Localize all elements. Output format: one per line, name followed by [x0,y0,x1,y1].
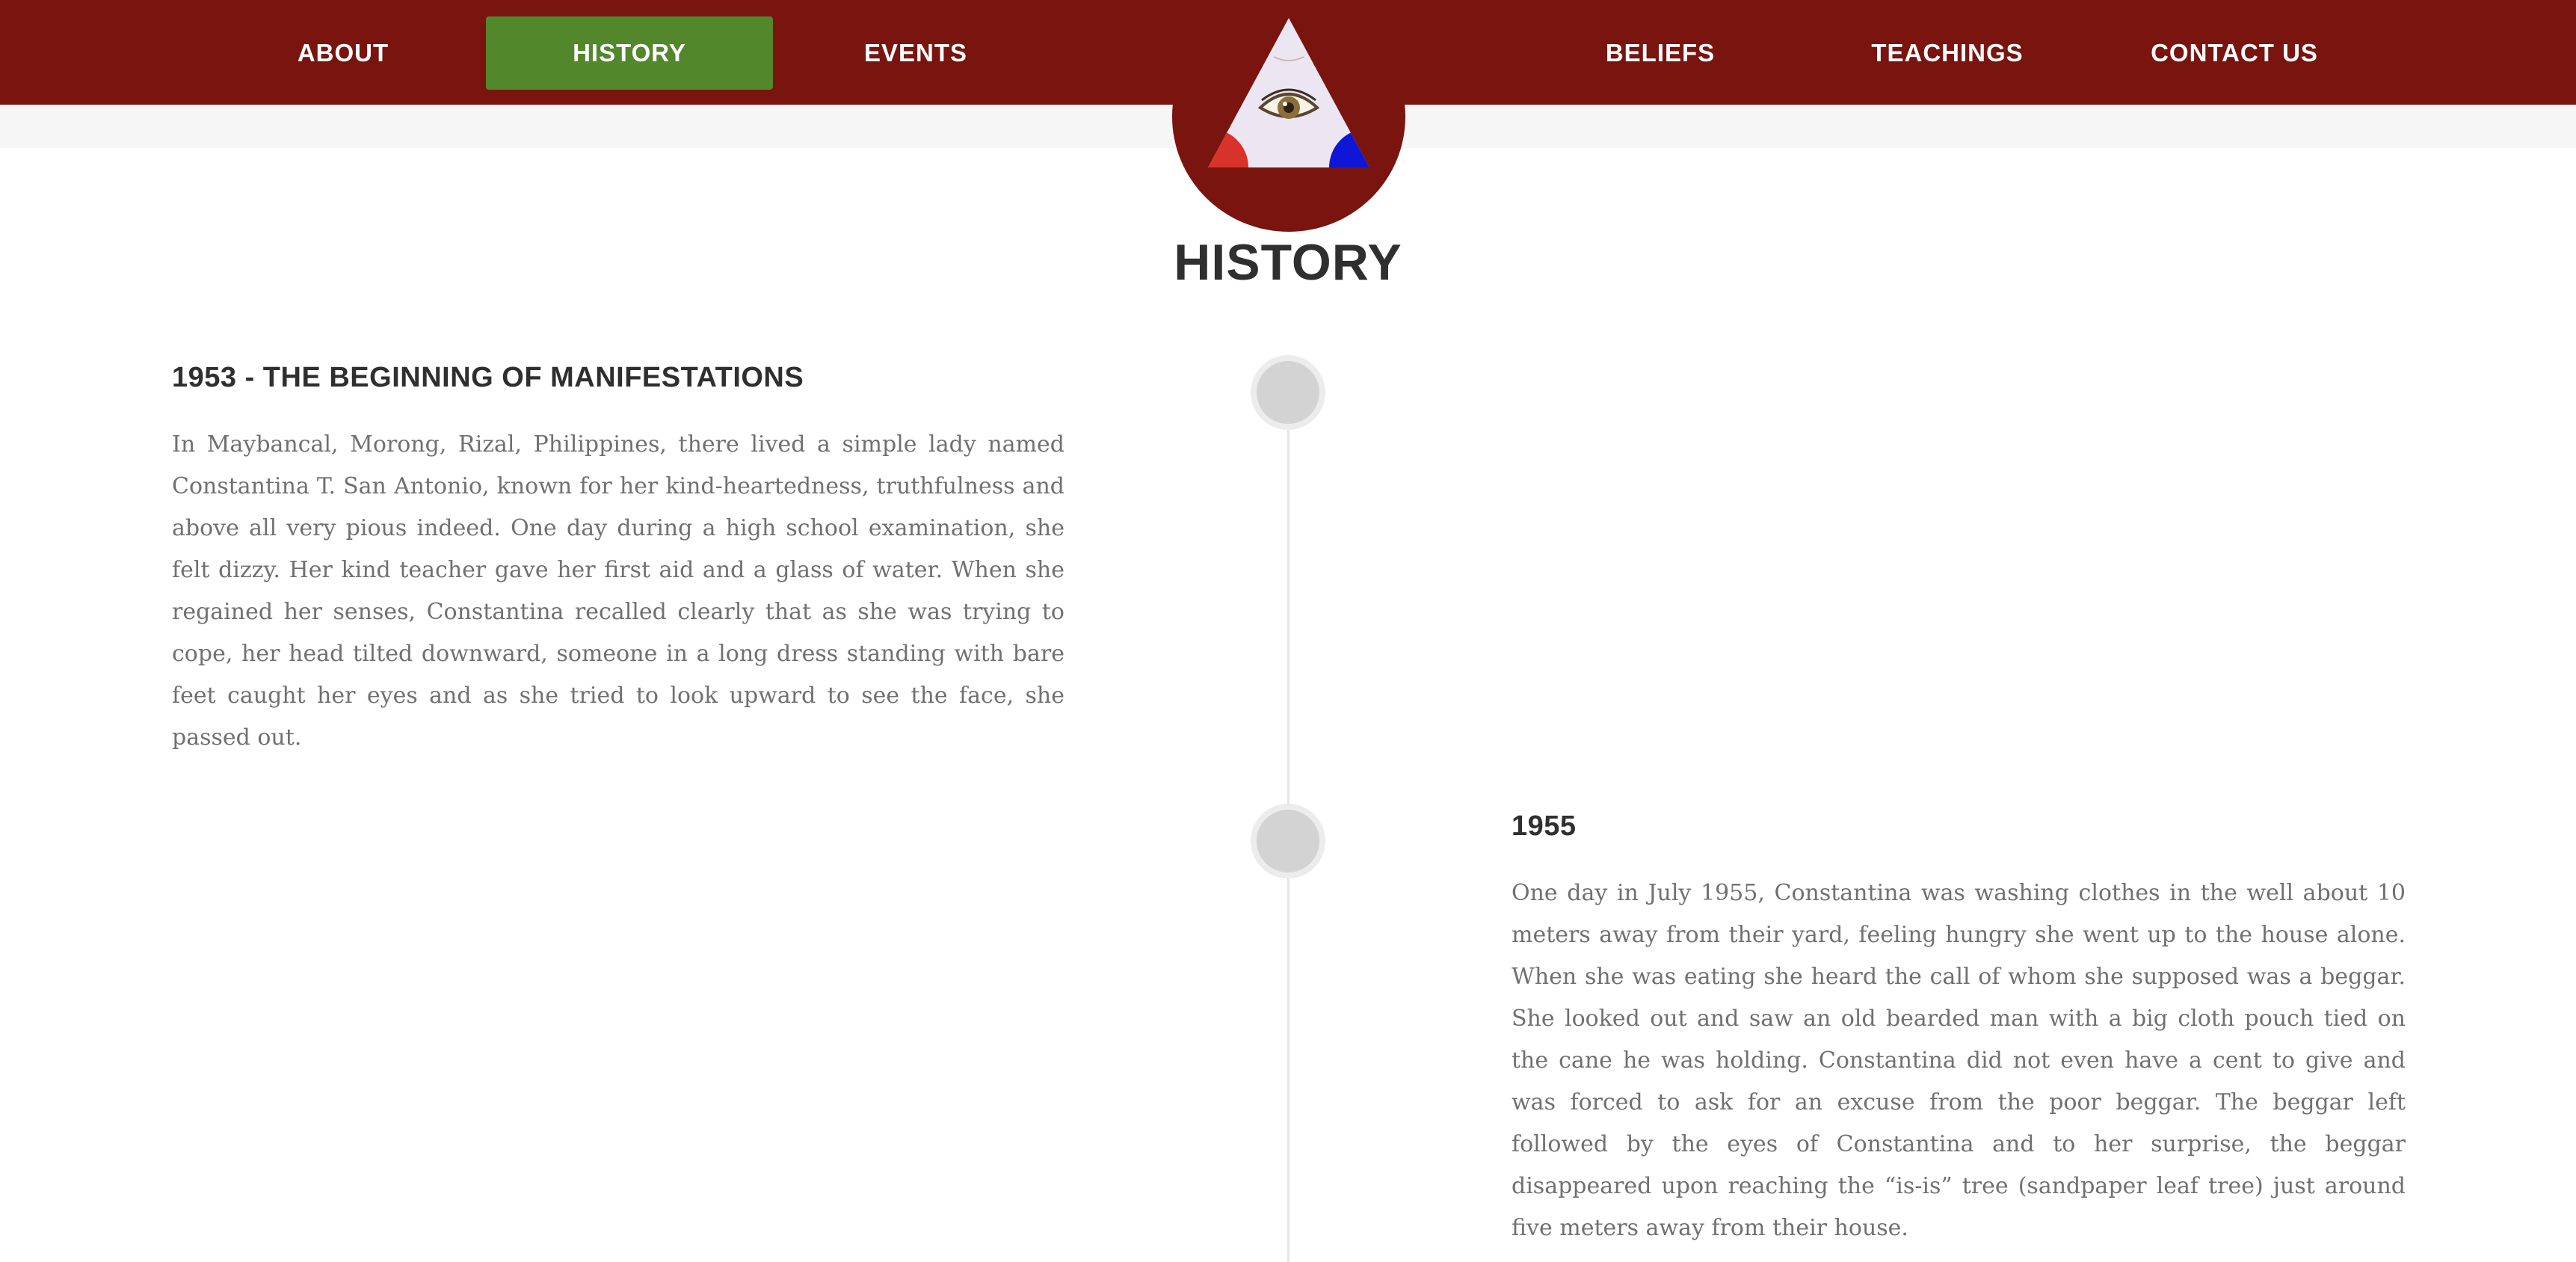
timeline-entry-text: One day in July 1955, Constantina was wa… [1512,880,2406,1241]
nav-teachings[interactable]: TEACHINGS [1842,16,2053,90]
timeline-entry-heading: 1955 [1512,810,1577,842]
all-seeing-eye-triangle-icon[interactable] [1172,1,1405,232]
timeline-entry-text: In Maybancal, Morong, Rizal, Philippines… [172,431,1064,751]
nav-about[interactable]: ABOUT [238,16,449,90]
nav-contact-us[interactable]: CONTACT US [2129,16,2340,90]
nav-events[interactable]: EVENTS [810,16,1021,90]
nav-beliefs[interactable]: BELIEFS [1555,16,1766,90]
nav-history[interactable]: HISTORY [486,16,773,90]
timeline-dot [1251,804,1325,878]
timeline-entry-heading: 1953 - THE BEGINNING OF MANIFESTATIONS [172,362,804,393]
timeline-dot [1251,355,1325,430]
page-title: HISTORY [1174,234,1402,291]
